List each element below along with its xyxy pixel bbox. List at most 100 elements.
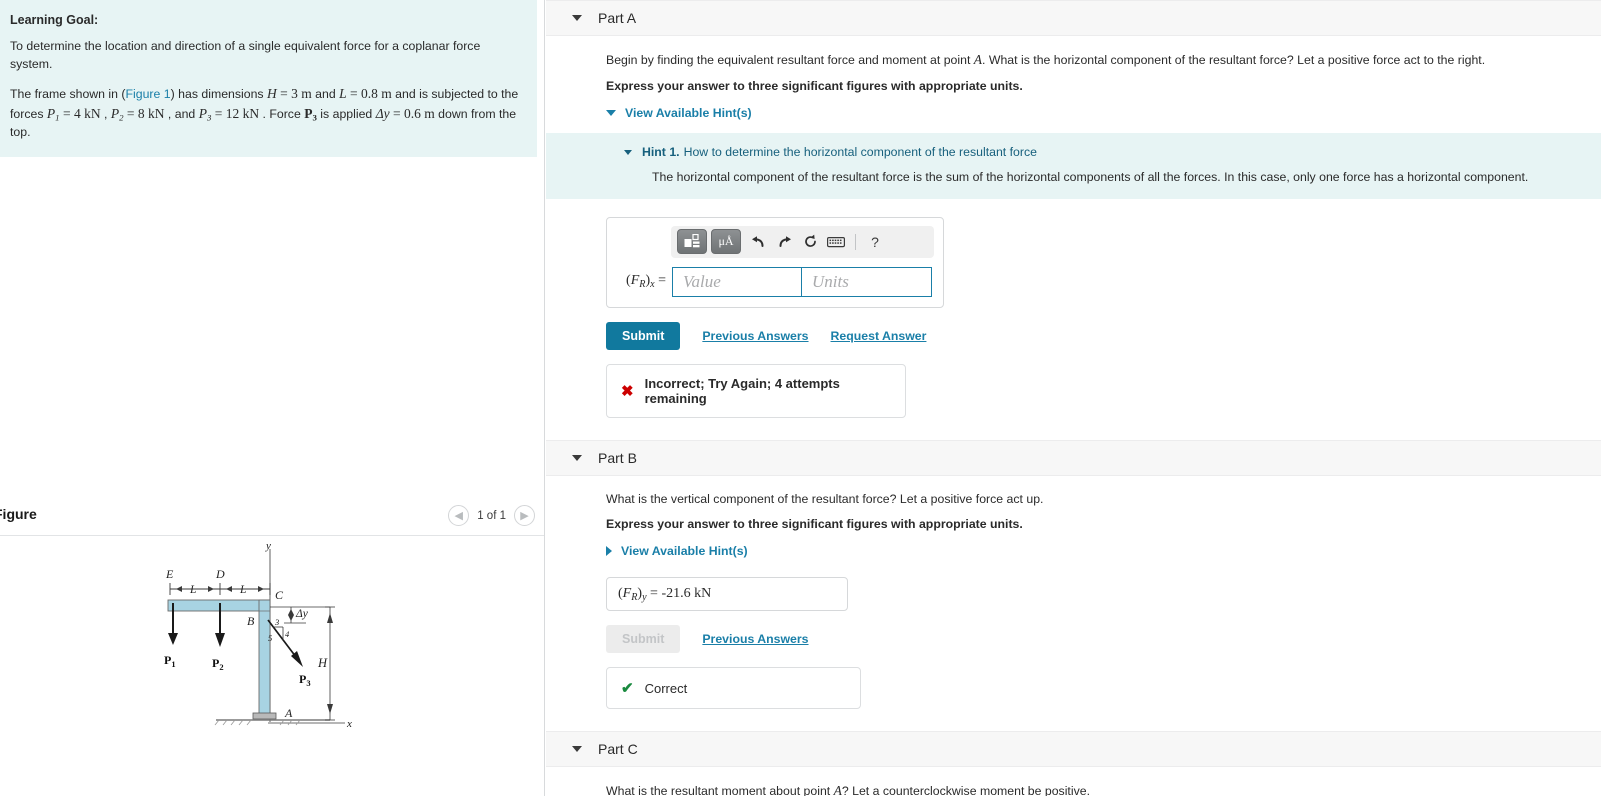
part-a-value-input[interactable]: Value: [672, 266, 802, 297]
part-b-button-row: Submit Previous Answers: [606, 625, 1601, 654]
figure-diagram: y x L L E D C B A P1 P2 P3 3 4 5 Δy H: [0, 537, 544, 796]
part-a-request-answer-link[interactable]: Request Answer: [831, 329, 927, 343]
chevron-down-icon[interactable]: [572, 15, 582, 21]
part-a-body: Begin by finding the equivalent resultan…: [546, 50, 1601, 418]
micro-angstrom-units-icon[interactable]: μÅ: [711, 229, 741, 255]
figure-header: Figure ◀ 1 of 1 ▶: [0, 500, 544, 536]
force-label-P3: P3: [299, 672, 311, 688]
hint-1-text: The horizontal component of the resultan…: [652, 170, 1529, 185]
part-b-feedback-correct: ✔ Correct: [606, 667, 861, 710]
hint-1-title-row[interactable]: Hint 1. How to determine the horizontal …: [606, 145, 1601, 159]
learning-goal-box: Learning Goal: To determine the location…: [0, 0, 537, 157]
goal-text-b: ) has dimensions: [170, 86, 267, 101]
part-c-question: What is the resultant moment about point…: [606, 781, 1601, 796]
goal-text-d: . Force: [259, 106, 305, 121]
figure-navigation: ◀ 1 of 1 ▶: [448, 505, 535, 526]
toolbar-divider: [855, 233, 856, 250]
dimension-H: H: [317, 656, 328, 670]
part-a-submit-button[interactable]: Submit: [606, 321, 681, 350]
symbol-H: H: [267, 85, 277, 101]
part-a-question-tail: . What is the horizontal component of th…: [982, 53, 1486, 67]
part-a-answer-row: (FR)x = Value Units: [616, 266, 934, 297]
part-b-label: Part B: [598, 449, 637, 466]
dimension-L-2: L: [239, 584, 246, 596]
part-a-header[interactable]: Part A: [546, 0, 1601, 36]
keyboard-icon[interactable]: [823, 230, 849, 254]
part-c-question-tail: ? Let a counterclockwise moment be posit…: [841, 784, 1090, 796]
node-label-A: A: [284, 706, 293, 720]
goal-comma-1: ,: [100, 106, 111, 121]
goal-and: and: [311, 86, 340, 101]
part-c-label: Part C: [598, 741, 638, 758]
goal-comma-2: , and: [164, 106, 199, 121]
x-axis-label: x: [346, 718, 352, 730]
help-icon[interactable]: ?: [862, 230, 888, 254]
part-b-feedback-text: Correct: [644, 680, 688, 696]
goal-text-a: The frame shown in (: [10, 86, 126, 101]
figure-1-link[interactable]: Figure 1: [126, 87, 171, 101]
y-axis-label: y: [265, 540, 271, 552]
learning-goal-title: Learning Goal:: [10, 13, 99, 27]
figure-panel-title: Figure: [0, 506, 37, 522]
node-label-E: E: [165, 567, 174, 581]
node-label-D: D: [215, 567, 225, 581]
chevron-left-icon[interactable]: ◀: [448, 505, 470, 526]
part-b-view-hints-link[interactable]: View Available Hint(s): [606, 544, 748, 558]
part-b-answer-value: -21.6 kN: [661, 586, 712, 602]
frame-diagram-svg: y x L L E D C B A P1 P2 P3 3 4 5 Δy H: [164, 540, 352, 730]
part-a-previous-answers-link[interactable]: Previous Answers: [702, 329, 808, 343]
left-panel: Learning Goal: To determine the location…: [0, 0, 545, 796]
symbol-P2: P: [110, 105, 120, 121]
figure-counter: 1 of 1: [477, 509, 506, 522]
part-a-answer-label: (FR)x =: [626, 273, 666, 291]
part-a-button-row: Submit Previous Answers Request Answer: [606, 321, 1601, 350]
part-b-previous-answers-link[interactable]: Previous Answers: [702, 632, 808, 646]
part-a-question: Begin by finding the equivalent resultan…: [606, 50, 1601, 70]
learning-goal-paragraph-1: To determine the location and direction …: [10, 39, 481, 72]
node-label-C: C: [275, 588, 284, 602]
chevron-down-icon[interactable]: [572, 454, 582, 461]
right-panel: Part A Begin by finding the equivalent r…: [546, 0, 1601, 796]
value-delta-y: = 0.6 m: [389, 105, 435, 121]
value-H: = 3 m: [276, 85, 312, 101]
node-label-B: B: [247, 614, 255, 628]
value-P3: = 12 kN: [211, 105, 260, 121]
part-b-view-hints-label: View Available Hint(s): [621, 544, 748, 559]
incorrect-icon: ✖: [621, 382, 634, 400]
symbol-P3: P: [198, 105, 207, 121]
goal-text-e: is applied: [316, 106, 376, 121]
undo-icon[interactable]: [745, 230, 771, 254]
value-L: = 0.8 m: [346, 85, 392, 101]
dimension-delta-y: Δy: [295, 608, 309, 620]
part-a-units-input[interactable]: Units: [802, 266, 932, 297]
learning-goal-paragraph-2: The frame shown in (Figure 1) has dimens…: [10, 84, 523, 142]
part-b-header[interactable]: Part B: [546, 439, 1601, 476]
part-a-view-hints-label: View Available Hint(s): [625, 106, 752, 121]
part-c-header[interactable]: Part C: [546, 731, 1601, 768]
value-P2: = 8 kN: [123, 105, 165, 121]
chevron-down-icon[interactable]: [572, 746, 582, 753]
redo-icon[interactable]: [771, 230, 797, 254]
symbol-delta-y: Δy: [375, 105, 390, 121]
part-a-instruction: Express your answer to three significant…: [606, 79, 1023, 94]
reset-icon[interactable]: [797, 230, 823, 254]
part-b-answer-display[interactable]: (FR)y = -21.6 kN: [606, 577, 848, 612]
symbol-L: L: [339, 85, 347, 101]
answer-toolbar: μÅ ?: [671, 225, 934, 258]
point-a-symbol: A: [973, 52, 983, 67]
chevron-right-icon[interactable]: ▶: [514, 505, 535, 526]
part-a-answer-widget: μÅ ? (FR)x = Value Units: [606, 216, 944, 308]
point-a-symbol: A: [833, 783, 842, 796]
correct-icon: ✔: [621, 680, 634, 698]
part-b-instruction: Express your answer to three significant…: [606, 517, 1023, 532]
part-c-body: What is the resultant moment about point…: [546, 781, 1601, 796]
part-a-view-hints-link[interactable]: View Available Hint(s): [606, 106, 752, 120]
part-a-feedback-text: Incorrect; Try Again; 4 attempts remaini…: [644, 375, 840, 406]
slope-number-3: 3: [274, 617, 279, 627]
part-b-body: What is the vertical component of the re…: [546, 490, 1601, 710]
problem-page: Learning Goal: To determine the location…: [0, 0, 1601, 796]
chevron-down-icon: [606, 110, 616, 117]
hint-1-heading: How to determine the horizontal componen…: [683, 145, 1037, 160]
math-template-icon[interactable]: [677, 229, 707, 255]
part-b-answer-label: (FR)y =: [618, 585, 662, 603]
